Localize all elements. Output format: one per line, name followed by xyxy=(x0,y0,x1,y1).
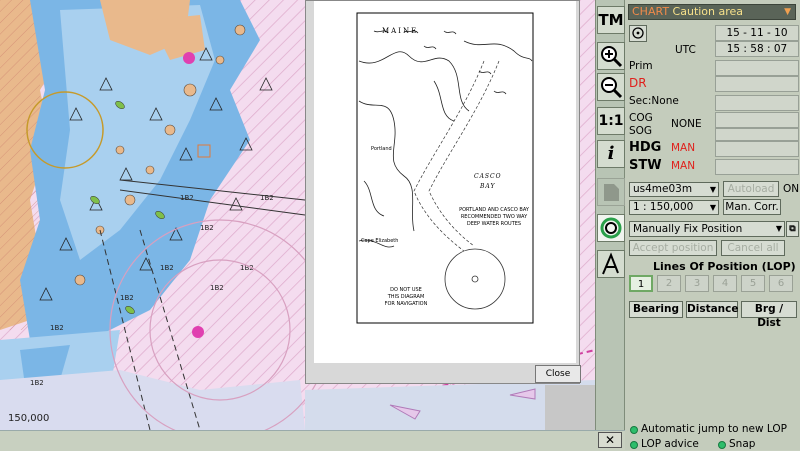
clock-icon xyxy=(632,27,644,39)
scale-select[interactable]: 1 : 150,000 ▼ xyxy=(629,200,719,215)
chartlet-place-cape: Cape Elizabeth xyxy=(361,238,399,244)
chartlet-route-note-2: RECOMMENDED TWO WAY xyxy=(460,214,528,220)
chartlet-diagram xyxy=(356,12,534,324)
speed-through-water-value: MAN xyxy=(671,160,696,172)
snap-label: Snap xyxy=(729,438,756,450)
zoom-in-icon xyxy=(601,46,623,68)
snap-radio[interactable] xyxy=(718,441,726,449)
lop-button-2[interactable]: 2 xyxy=(657,275,681,292)
cog-sog-value: NONE xyxy=(671,118,702,130)
primary-source-field xyxy=(715,60,799,76)
scale-value: 1 : 150,000 xyxy=(633,201,694,213)
close-x-icon[interactable]: ✕ xyxy=(598,432,622,448)
cog-label: COG xyxy=(629,112,653,124)
autoload-button[interactable]: Autoload xyxy=(723,181,779,197)
chart-object-value: Caution area xyxy=(672,5,744,18)
sog-label: SOG xyxy=(629,125,653,137)
svg-text:1B2: 1B2 xyxy=(50,324,64,332)
fix-mode-value: Manually Fix Position xyxy=(633,223,743,235)
chartlet-warning-2: THIS DIAGRAM xyxy=(387,294,425,300)
bottom-bar: ✕ xyxy=(0,430,625,451)
lop-button-5[interactable]: 5 xyxy=(741,275,765,292)
dr-position-field xyxy=(715,76,799,92)
accept-position-button[interactable]: Accept position xyxy=(629,240,717,256)
lop-button-3[interactable]: 3 xyxy=(685,275,709,292)
chartlet-popup-window: MAINE CASCO BAY PORTLAND AND CASCO BAY R… xyxy=(305,0,581,384)
clock-button[interactable] xyxy=(629,25,647,42)
vertical-toolbar: TM 1:1 i xyxy=(595,0,625,430)
auto-jump-label: Automatic jump to new LOP xyxy=(641,423,787,435)
zoom-out-button[interactable] xyxy=(597,73,625,101)
route-tool-icon xyxy=(602,252,619,275)
sog-field xyxy=(715,128,799,141)
stw-field xyxy=(715,159,799,175)
zoom-in-button[interactable] xyxy=(597,42,625,70)
fix-mode-select[interactable]: Manually Fix Position ▼ xyxy=(629,221,785,237)
lop-advice-radio[interactable] xyxy=(630,441,638,449)
scale-one-to-one-button[interactable]: 1:1 xyxy=(597,107,625,135)
lop-button-4[interactable]: 4 xyxy=(713,275,737,292)
timezone-label: UTC xyxy=(675,44,696,56)
chartlet-route-note-1: PORTLAND AND CASCO BAY xyxy=(459,207,529,213)
chartlet-bay-label-2: BAY xyxy=(480,183,496,190)
lop-title: Lines Of Position (LOP) xyxy=(653,260,796,273)
secondary-source-field xyxy=(715,95,799,111)
heading-value: MAN xyxy=(671,142,696,154)
chart-name-value: us4me03m xyxy=(633,183,693,195)
chartlet-image: MAINE CASCO BAY PORTLAND AND CASCO BAY R… xyxy=(314,1,576,363)
distance-button[interactable]: Distance xyxy=(686,301,739,318)
info-button[interactable]: i xyxy=(597,140,625,168)
svg-text:1B2: 1B2 xyxy=(160,264,174,272)
bearing-distance-button[interactable]: Brg / Dist xyxy=(741,301,797,329)
chartlet-place-portland: Portland xyxy=(371,146,392,152)
lop-button-1[interactable]: 1 xyxy=(629,275,653,292)
chartlet-bay-label-1: CASCO xyxy=(474,173,502,180)
time-field: 15 : 58 : 07 xyxy=(715,41,799,57)
close-button[interactable]: Close xyxy=(535,365,581,383)
layers-button[interactable] xyxy=(597,178,625,206)
layers-icon xyxy=(604,184,619,201)
manual-correction-button[interactable]: Man. Corr. xyxy=(723,199,781,215)
chevron-down-icon: ▼ xyxy=(775,224,782,233)
svg-text:1B2: 1B2 xyxy=(200,224,214,232)
lop-button-6[interactable]: 6 xyxy=(769,275,793,292)
autoload-state-label: ON xyxy=(783,183,800,195)
cancel-all-button[interactable]: Cancel all xyxy=(721,240,785,256)
chevron-down-icon[interactable]: ▼ xyxy=(784,5,791,19)
chevron-down-icon: ▼ xyxy=(709,185,716,194)
chart-object-field: CHART Caution area ▼ xyxy=(628,4,796,20)
secondary-source-label: Sec:None xyxy=(629,95,679,107)
date-field: 15 - 11 - 10 xyxy=(715,25,799,41)
auto-jump-radio[interactable] xyxy=(630,426,638,434)
window-restore-icon: ⧉ xyxy=(789,224,796,234)
cog-field xyxy=(715,112,799,128)
dead-reckoning-label: DR xyxy=(629,76,647,90)
chartlet-warning-1: DO NOT USE xyxy=(390,287,422,293)
svg-text:1B2: 1B2 xyxy=(30,379,44,387)
bearing-button[interactable]: Bearing xyxy=(629,301,683,318)
window-restore-button[interactable]: ⧉ xyxy=(786,221,799,237)
heading-label: HDG xyxy=(629,140,662,155)
position-fix-icon xyxy=(600,217,622,239)
position-fix-button[interactable] xyxy=(597,214,625,242)
chart-name-select[interactable]: us4me03m ▼ xyxy=(629,182,719,197)
chart-scale-label: 150,000 xyxy=(8,413,50,424)
heading-field xyxy=(715,141,799,157)
chart-prefix-label: CHART xyxy=(632,5,670,18)
speed-through-water-label: STW xyxy=(629,158,662,173)
chartlet-region-label: MAINE xyxy=(382,27,419,35)
route-tool-button[interactable] xyxy=(597,250,625,278)
zoom-out-icon xyxy=(601,77,623,99)
lop-advice-label: LOP advice xyxy=(641,438,699,450)
primary-source-label: Prim xyxy=(629,60,653,72)
right-info-panel: CHART Caution area ▼ 15 - 11 - 10 UTC 15… xyxy=(625,0,800,450)
svg-text:1B2: 1B2 xyxy=(120,294,134,302)
chartlet-route-note-3: DEEP WATER ROUTES xyxy=(466,221,522,227)
chevron-down-icon: ▼ xyxy=(709,203,716,212)
chartlet-warning-3: FOR NAVIGATION xyxy=(384,301,428,307)
true-motion-button[interactable]: TM xyxy=(597,6,625,34)
svg-text:1B2: 1B2 xyxy=(210,284,224,292)
